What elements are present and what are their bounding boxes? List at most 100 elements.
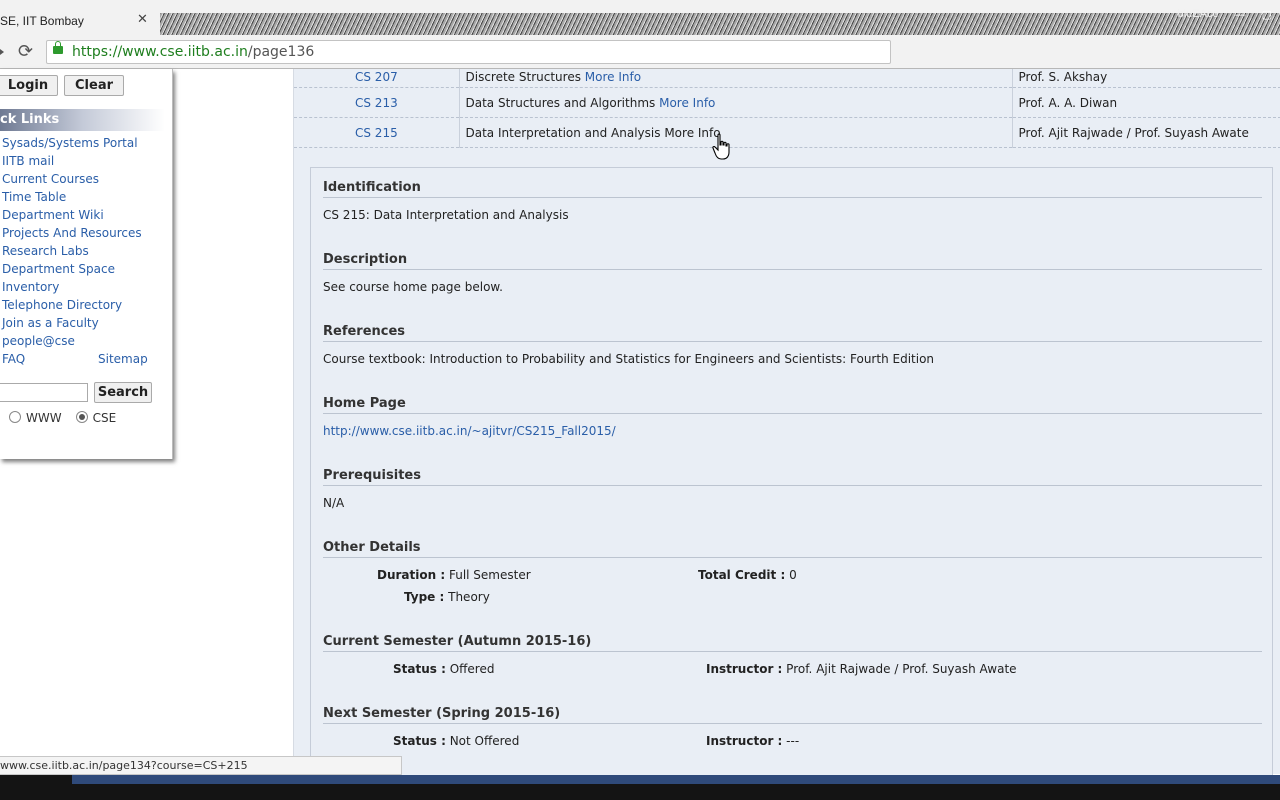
search-button[interactable]: Search — [94, 382, 152, 403]
total-credit-value: 0 — [789, 568, 797, 582]
current-semester-heading: Current Semester (Autumn 2015-16) — [323, 634, 1262, 652]
profile-name[interactable]: bluEAce — [1178, 8, 1219, 21]
close-tab-icon[interactable]: ✕ — [137, 12, 148, 27]
next-status-label: Status : — [393, 734, 446, 748]
course-code[interactable]: CS 207 — [294, 69, 460, 88]
course-code[interactable]: CS 215 — [294, 117, 460, 148]
quick-links-header: ck Links — [0, 109, 165, 131]
current-status-label: Status : — [393, 662, 446, 676]
other-details-heading: Other Details — [323, 540, 1262, 558]
next-instructor-label: Instructor : — [706, 734, 783, 748]
current-instructor-label: Instructor : — [706, 662, 783, 676]
next-status-value: Not Offered — [449, 734, 520, 748]
course-instructor: Prof. Ajit Rajwade / Prof. Suyash Awate — [1012, 117, 1280, 148]
next-status-field: Status : Not Offered — [393, 734, 519, 748]
prerequisites-text: N/A — [323, 496, 345, 510]
course-title-cell: Discrete Structures More Info — [459, 69, 1013, 88]
quick-link-people[interactable]: people@cse — [2, 333, 142, 351]
identification-text: CS 215: Data Interpretation and Analysis — [323, 208, 569, 222]
quick-link-telephone-directory[interactable]: Telephone Directory — [2, 297, 142, 315]
table-row: CS 215 Data Interpretation and Analysis … — [294, 117, 1280, 148]
more-info-link[interactable]: More Info — [659, 96, 715, 110]
type-field: Type : Theory — [404, 590, 490, 604]
maximize-icon[interactable]: ▢ — [1262, 8, 1272, 21]
next-semester-heading: Next Semester (Spring 2015-16) — [323, 706, 1262, 724]
current-status-value: Offered — [449, 662, 495, 676]
address-bar[interactable]: https://www.cse.iitb.ac.in/page136 — [46, 40, 891, 64]
taskbar — [0, 775, 1280, 800]
url-text: https://www.cse.iitb.ac.in/page136 — [72, 44, 314, 60]
quick-link-iitb-mail[interactable]: IITB mail — [2, 153, 142, 171]
quick-link-department-wiki[interactable]: Department Wiki — [2, 207, 142, 225]
url-domain: https://www.cse.iitb.ac.in — [72, 44, 248, 60]
course-title: Discrete Structures — [465, 70, 581, 84]
table-row: CS 213 Data Structures and Algorithms Mo… — [294, 87, 1280, 118]
more-info-link[interactable]: More Info — [585, 70, 641, 84]
course-instructor: Prof. A. A. Diwan — [1012, 87, 1280, 118]
search-scope-radios: WWW CSE — [9, 411, 116, 425]
taskbar-window-strip — [72, 775, 1280, 784]
description-heading: Description — [323, 252, 1262, 270]
tab-strip-background — [155, 13, 1280, 35]
reload-icon[interactable]: ⟳ — [18, 41, 33, 62]
references-text: Course textbook: Introduction to Probabi… — [323, 352, 935, 366]
next-instructor-value: --- — [786, 734, 800, 748]
identification-heading: Identification — [323, 180, 1262, 198]
radio-www-icon[interactable] — [9, 411, 21, 423]
course-title: Data Interpretation and Analysis — [465, 125, 661, 140]
course-title: Data Structures and Algorithms — [465, 95, 656, 110]
quick-link-time-table[interactable]: Time Table — [2, 189, 142, 207]
duration-field: Duration : Full Semester — [377, 568, 531, 582]
sidebar-panel: Login Clear ck Links Sysads/Systems Port… — [0, 69, 173, 459]
tab-title: SE, IIT Bombay — [0, 14, 84, 28]
radio-cse-label: CSE — [92, 411, 117, 425]
lock-icon — [53, 41, 63, 54]
course-code[interactable]: CS 213 — [294, 87, 460, 118]
radio-cse-icon[interactable] — [75, 411, 88, 423]
login-button[interactable]: Login — [0, 75, 58, 96]
browser-toolbar: ⟳ https://www.cse.iitb.ac.in/page136 — [0, 38, 1280, 69]
radio-www-label: WWW — [26, 411, 62, 425]
browser-tab[interactable]: SE, IIT Bombay ✕ — [0, 6, 160, 38]
home-page-heading: Home Page — [323, 396, 1262, 414]
window-controls: bluEAce — ▢ — [1178, 8, 1272, 21]
main-content: CS 207 Discrete Structures More Info Pro… — [293, 69, 1280, 787]
course-title-cell: Data Structures and Algorithms More Info — [459, 87, 1013, 118]
course-detail-panel: Identification CS 215: Data Interpretati… — [310, 167, 1273, 787]
course-instructor: Prof. S. Akshay — [1012, 69, 1280, 88]
clear-button[interactable]: Clear — [64, 75, 124, 96]
duration-label: Duration : — [377, 568, 446, 582]
quick-link-research-labs[interactable]: Research Labs — [2, 243, 142, 261]
quick-link-sysads[interactable]: Sysads/Systems Portal — [2, 135, 142, 153]
quick-link-current-courses[interactable]: Current Courses — [2, 171, 142, 189]
type-value: Theory — [448, 590, 490, 604]
type-label: Type : — [404, 590, 445, 604]
home-page-link[interactable]: http://www.cse.iitb.ac.in/~ajitvr/CS215_… — [323, 424, 616, 438]
references-heading: References — [323, 324, 1262, 342]
table-row: CS 207 Discrete Structures More Info Pro… — [294, 69, 1280, 88]
course-title-cell: Data Interpretation and Analysis More In… — [459, 117, 1013, 148]
quick-link-projects[interactable]: Projects And Resources — [2, 225, 142, 243]
current-instructor-field: Instructor : Prof. Ajit Rajwade / Prof. … — [706, 662, 1017, 676]
radio-www-option[interactable]: WWW — [9, 411, 62, 425]
url-path: /page136 — [247, 44, 315, 60]
next-instructor-field: Instructor : --- — [706, 734, 799, 748]
minimize-icon[interactable]: — — [1235, 8, 1246, 21]
quick-link-inventory[interactable]: Inventory — [2, 279, 142, 297]
search-input[interactable] — [0, 383, 88, 402]
total-credit-label: Total Credit : — [698, 568, 786, 582]
forward-arrow-icon[interactable] — [0, 46, 4, 58]
total-credit-field: Total Credit : 0 — [698, 568, 797, 582]
quick-links-list: Sysads/Systems Portal IITB mail Current … — [2, 135, 142, 369]
radio-cse-option[interactable]: CSE — [75, 411, 117, 425]
hand-cursor-icon — [712, 133, 730, 160]
sitemap-link[interactable]: Sitemap — [98, 352, 148, 366]
quick-link-department-space[interactable]: Department Space — [2, 261, 142, 279]
tab-strip: SE, IIT Bombay ✕ bluEAce — ▢ — [0, 0, 1280, 38]
current-status-field: Status : Offered — [393, 662, 494, 676]
quick-link-join-faculty[interactable]: Join as a Faculty — [2, 315, 142, 333]
status-bar-url: www.cse.iitb.ac.in/page134?course=CS+215 — [0, 756, 402, 775]
duration-value: Full Semester — [448, 568, 531, 582]
description-text: See course home page below. — [323, 280, 503, 294]
course-table: CS 207 Discrete Structures More Info Pro… — [294, 69, 1280, 148]
